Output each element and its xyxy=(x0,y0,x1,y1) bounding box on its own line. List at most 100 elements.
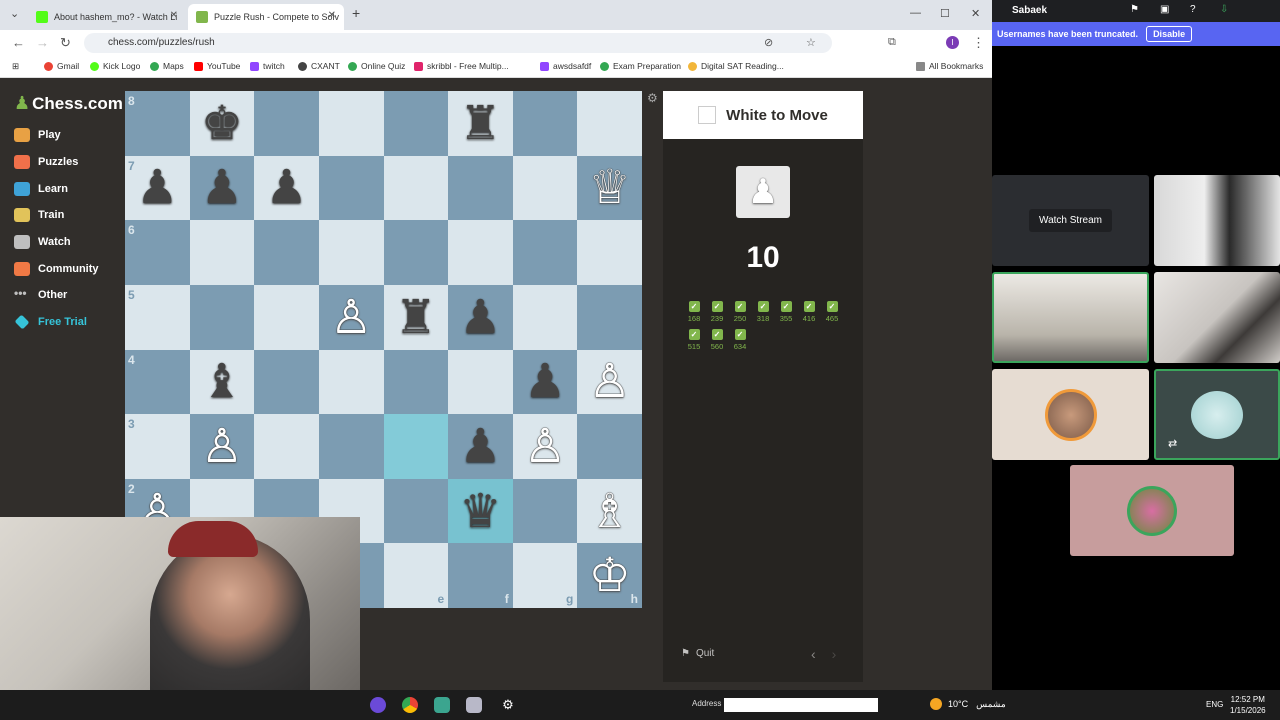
square-h3[interactable] xyxy=(577,414,642,479)
square-f6[interactable] xyxy=(448,220,513,285)
square-b7[interactable]: ♟ xyxy=(189,155,255,221)
square-f5[interactable]: ♟ xyxy=(448,284,513,350)
app-icon[interactable] xyxy=(370,697,386,713)
black-piece-b8[interactable]: ♚ xyxy=(201,100,243,147)
close-window-icon[interactable]: ✕ xyxy=(971,7,980,20)
square-e8[interactable] xyxy=(383,91,449,156)
black-piece-f8[interactable]: ♜ xyxy=(459,100,501,147)
profile-avatar[interactable]: I xyxy=(946,36,959,49)
app-icon[interactable] xyxy=(434,697,450,713)
square-c7[interactable]: ♟ xyxy=(254,155,319,221)
participant-video[interactable] xyxy=(992,272,1149,363)
result-item[interactable]: ✓ 560 xyxy=(709,329,725,351)
square-a3[interactable]: 3 xyxy=(125,414,190,479)
back-icon[interactable]: ← xyxy=(12,35,25,50)
black-piece-f5[interactable]: ♟ xyxy=(459,294,501,341)
prev-arrow-icon[interactable]: ‹ xyxy=(811,646,816,662)
watch-stream-button[interactable]: Watch Stream xyxy=(1029,209,1112,232)
black-piece-b4[interactable]: ♝ xyxy=(201,358,243,405)
square-a4[interactable]: 4 xyxy=(125,349,190,415)
square-a7[interactable]: 7 ♟ xyxy=(125,155,190,221)
close-icon[interactable]: ✕ xyxy=(170,10,178,21)
participant-avatar-tile[interactable]: ⇄ xyxy=(1154,369,1280,460)
tab-chess[interactable]: Puzzle Rush - Compete to Solv ✕ xyxy=(188,4,344,30)
participant-avatar-tile[interactable] xyxy=(992,369,1149,460)
square-a8[interactable]: 8 xyxy=(125,91,190,156)
square-d7[interactable] xyxy=(318,155,384,221)
quit-button[interactable]: ⚑ Quit xyxy=(681,648,714,659)
result-item[interactable]: ✓ 634 xyxy=(732,329,748,351)
bookmark-maps[interactable]: Maps xyxy=(150,61,184,71)
square-g4[interactable]: ♟ xyxy=(512,349,578,415)
square-b5[interactable] xyxy=(189,284,255,350)
square-g3[interactable]: ♙ xyxy=(512,414,578,479)
white-piece-b3[interactable]: ♙ xyxy=(201,423,243,470)
bookmark-sat[interactable]: Digital SAT Reading... xyxy=(688,61,784,71)
black-piece-f3[interactable]: ♟ xyxy=(459,423,501,470)
apps-icon[interactable]: ⊞ xyxy=(12,61,19,72)
square-e7[interactable] xyxy=(383,155,449,221)
square-h7[interactable]: ♕ xyxy=(577,155,642,221)
square-h2[interactable]: ♗ xyxy=(577,478,642,544)
white-piece-h1[interactable]: ♔ xyxy=(589,552,631,599)
result-item[interactable]: ✓ 318 xyxy=(755,301,771,323)
square-c6[interactable] xyxy=(254,220,319,285)
bookmark-twitch[interactable]: twitch xyxy=(250,61,285,71)
square-b6[interactable] xyxy=(189,220,255,285)
white-piece-h2[interactable]: ♗ xyxy=(589,488,631,535)
square-d3[interactable] xyxy=(318,414,384,479)
square-e5[interactable]: ♜ xyxy=(383,284,449,350)
square-f8[interactable]: ♜ xyxy=(448,91,513,156)
sidebar-item-learn[interactable]: Learn xyxy=(14,182,68,196)
black-piece-b7[interactable]: ♟ xyxy=(201,164,243,211)
result-item[interactable]: ✓ 465 xyxy=(824,301,840,323)
next-arrow-icon[interactable]: › xyxy=(832,646,837,662)
square-h4[interactable]: ♙ xyxy=(577,349,642,415)
square-f1[interactable]: f xyxy=(448,543,513,608)
square-c5[interactable] xyxy=(254,284,319,350)
result-item[interactable]: ✓ 416 xyxy=(801,301,817,323)
language-indicator[interactable]: ENG xyxy=(1206,700,1223,709)
help-icon[interactable]: ? xyxy=(1190,4,1196,15)
chess-logo[interactable]: ♟ Chess.com xyxy=(14,93,123,114)
square-g8[interactable] xyxy=(512,91,578,156)
participant-video[interactable] xyxy=(1154,272,1280,363)
watch-stream-tile[interactable]: Watch Stream xyxy=(992,175,1149,266)
black-piece-f2[interactable]: ♛ xyxy=(459,488,501,535)
new-tab-icon[interactable]: + xyxy=(352,5,360,21)
bookmark-online-quiz[interactable]: Online Quiz xyxy=(348,61,405,71)
square-d4[interactable] xyxy=(318,349,384,415)
sidebar-item-train[interactable]: Train xyxy=(14,208,64,222)
flag-icon[interactable]: ⚑ xyxy=(1130,4,1139,15)
bookmark-awsdsafdf[interactable]: awsdsafdf xyxy=(540,61,591,71)
sidebar-item-community[interactable]: Community xyxy=(14,262,99,276)
bookmark-cxant[interactable]: CXANT xyxy=(298,61,340,71)
gear-icon[interactable]: ⚙ xyxy=(500,697,516,713)
square-b4[interactable]: ♝ xyxy=(189,349,255,415)
square-e4[interactable] xyxy=(383,349,449,415)
square-e2[interactable] xyxy=(383,478,449,544)
white-piece-h7[interactable]: ♕ xyxy=(589,164,631,211)
result-item[interactable]: ✓ 515 xyxy=(686,329,702,351)
tab-kick[interactable]: About hashem_mo? - Watch Li ✕ xyxy=(28,4,186,30)
sidebar-item-watch[interactable]: Watch xyxy=(14,235,71,249)
square-f4[interactable] xyxy=(448,349,513,415)
square-f3[interactable]: ♟ xyxy=(448,414,513,479)
sidebar-item-play[interactable]: Play xyxy=(14,128,61,142)
all-bookmarks[interactable]: All Bookmarks xyxy=(916,61,983,71)
black-piece-a7[interactable]: ♟ xyxy=(136,164,178,211)
app-icon[interactable] xyxy=(466,697,482,713)
result-item[interactable]: ✓ 250 xyxy=(732,301,748,323)
reload-icon[interactable]: ↻ xyxy=(60,35,71,51)
address-input[interactable] xyxy=(724,698,878,712)
result-item[interactable]: ✓ 239 xyxy=(709,301,725,323)
square-h6[interactable] xyxy=(577,220,642,285)
camera-blocked-icon[interactable]: ⊘ xyxy=(764,36,773,49)
black-piece-g4[interactable]: ♟ xyxy=(524,358,566,405)
square-d5[interactable]: ♙ xyxy=(318,284,384,350)
white-piece-d5[interactable]: ♙ xyxy=(330,294,372,341)
square-a5[interactable]: 5 xyxy=(125,284,190,350)
square-g2[interactable] xyxy=(512,478,578,544)
tab-search-icon[interactable]: ⌄ xyxy=(10,7,19,20)
download-icon[interactable]: ⇩ xyxy=(1220,4,1228,15)
